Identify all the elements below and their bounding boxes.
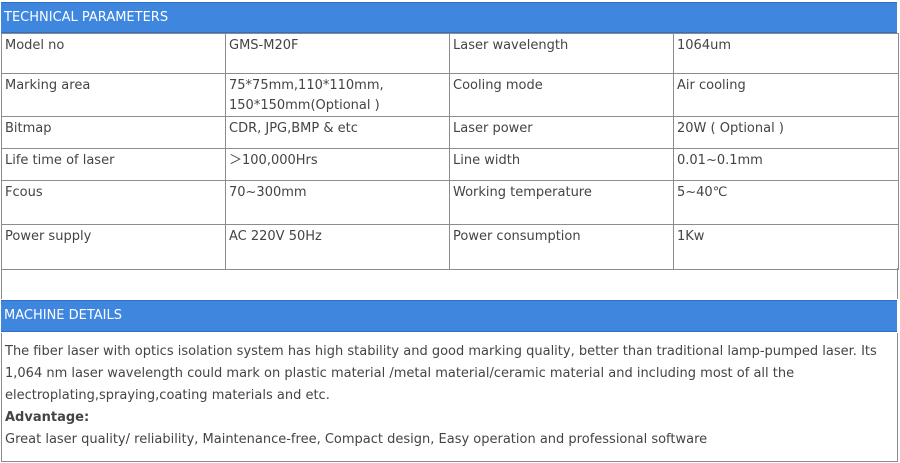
parameter-value: 5~40℃	[673, 180, 899, 225]
table-row: Marking area 75*75mm,110*110mm, 150*150m…	[1, 73, 899, 117]
table-spacer	[1, 268, 898, 299]
table-row: Life time of laser ＞100,000Hrs Line widt…	[1, 148, 899, 181]
parameter-value: GMS-M20F	[225, 33, 450, 74]
parameter-value: 1Kw	[673, 224, 899, 270]
parameter-value: 1064um	[673, 33, 899, 74]
parameter-label: Model no	[1, 33, 226, 74]
parameter-value: CDR, JPG,BMP & etc	[225, 116, 450, 149]
advantage-text: Great laser quality/ reliability, Mainte…	[5, 432, 708, 447]
parameter-value: ＞100,000Hrs	[225, 148, 450, 181]
parameter-label: Life time of laser	[1, 148, 226, 181]
parameter-label: Cooling mode	[449, 73, 674, 117]
advantage-label: Advantage:	[5, 410, 90, 425]
parameter-value: 0.01~0.1mm	[673, 148, 899, 181]
technical-parameters-heading: TECHNICAL PARAMETERS	[1, 2, 897, 33]
table-row: Model no GMS-M20F Laser wavelength 1064u…	[1, 33, 899, 74]
parameter-value: 75*75mm,110*110mm, 150*150mm(Optional )	[225, 73, 450, 117]
table-row: Power supply AC 220V 50Hz Power consumpt…	[1, 224, 899, 270]
parameter-value: 70~300mm	[225, 180, 450, 225]
parameter-label: Laser power	[449, 116, 674, 149]
parameter-label: Line width	[449, 148, 674, 181]
parameter-value: AC 220V 50Hz	[225, 224, 450, 270]
table-row: Fcous 70~300mm Working temperature 5~40℃	[1, 180, 899, 225]
machine-details-body: The fiber laser with optics isolation sy…	[1, 333, 898, 462]
parameter-label: Laser wavelength	[449, 33, 674, 74]
parameter-value: Air cooling	[673, 73, 899, 117]
parameter-label: Fcous	[1, 180, 226, 225]
technical-parameters-table: Model no GMS-M20F Laser wavelength 1064u…	[1, 33, 899, 270]
machine-description: The fiber laser with optics isolation sy…	[5, 344, 877, 403]
parameter-label: Working temperature	[449, 180, 674, 225]
machine-details-heading: MACHINE DETAILS	[1, 300, 897, 332]
table-row: Bitmap CDR, JPG,BMP & etc Laser power 20…	[1, 116, 899, 149]
parameter-label: Power supply	[1, 224, 226, 270]
parameter-label: Bitmap	[1, 116, 226, 149]
parameter-value: 20W ( Optional )	[673, 116, 899, 149]
parameter-label: Marking area	[1, 73, 226, 117]
parameter-label: Power consumption	[449, 224, 674, 270]
